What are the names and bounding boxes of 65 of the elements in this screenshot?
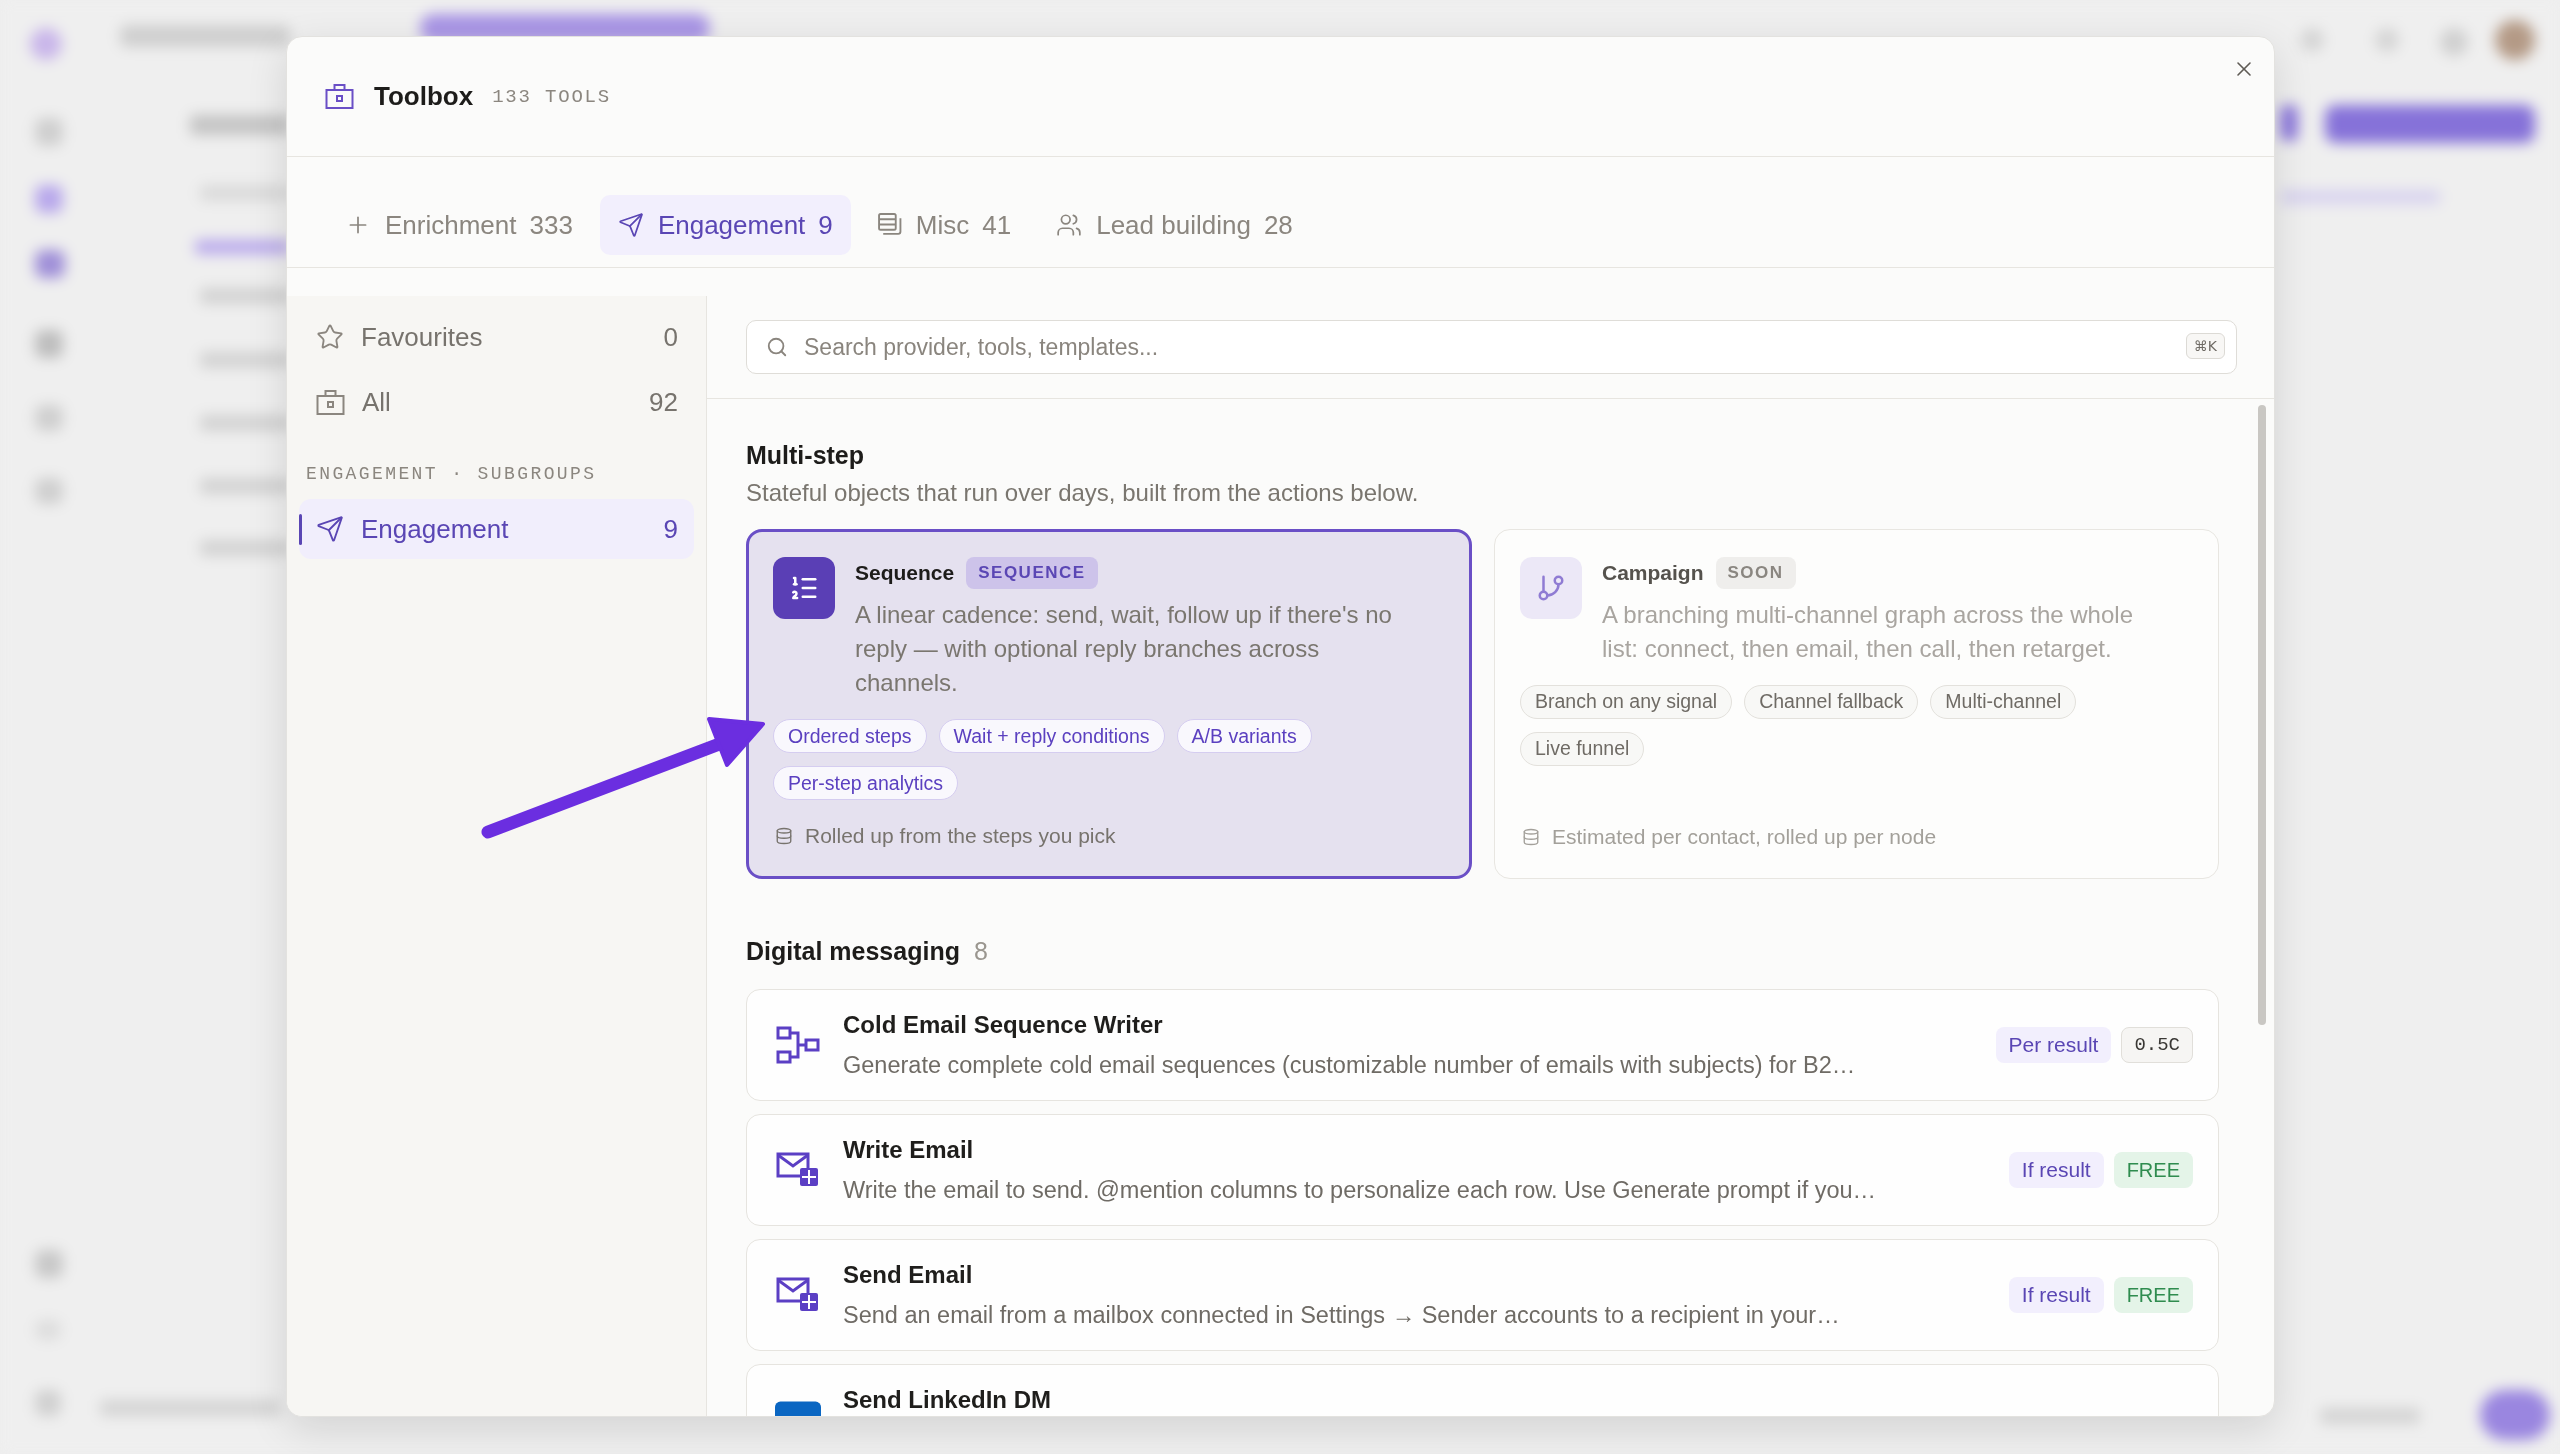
- tool-description: Generate complete cold email sequences (customizable number of emails with subjects) for B2…: [843, 1051, 1857, 1080]
- tool-name: Cold Email Sequence Writer: [843, 1010, 1164, 1040]
- tool-card[interactable]: [746, 529, 1472, 879]
- scrollbar-thumb[interactable]: [2258, 405, 2266, 1025]
- card-title: Campaign: [1602, 560, 1704, 585]
- sidebar-item[interactable]: Engagement 9: [299, 499, 694, 559]
- search-icon: [766, 336, 788, 358]
- send-icon: [617, 212, 644, 238]
- tool-count: 133 TOOLS: [492, 85, 611, 108]
- star-icon: [316, 323, 344, 351]
- feature-chip: Live funnel: [1520, 731, 1645, 766]
- price-badge: FREE: [2113, 1277, 2193, 1313]
- tab-button[interactable]: Misc 41: [859, 195, 1030, 255]
- dialog-title: Toolbox: [374, 81, 474, 112]
- status-badge: SEQUENCE: [966, 557, 1098, 589]
- tool-description: Write the email to send. @mention columns to personalize each row. Use Generate prompt if you…: [843, 1176, 1878, 1205]
- branch-icon: [1520, 556, 1582, 619]
- feature-chip: Channel fallback: [1744, 684, 1919, 719]
- item-count: 8: [973, 936, 988, 966]
- shortcut-hint: ⌘K: [2185, 333, 2225, 359]
- feature-chip: Per-step analytics: [773, 766, 958, 800]
- tab-button[interactable]: Engagement 9: [599, 195, 851, 255]
- tool-row[interactable]: Send Email Send an email from a mailbox connected in Settings → Sender accounts to a recipient in your… If result FREE: [746, 1239, 2219, 1351]
- tool-row[interactable]: Send LinkedIn DM: [746, 1364, 2219, 1416]
- tab-button[interactable]: Enrichment 333: [327, 195, 591, 255]
- sidebar-item[interactable]: All 92: [299, 372, 694, 432]
- tool-name: Send LinkedIn DM: [843, 1385, 1052, 1415]
- tool-row[interactable]: Cold Email Sequence Writer Generate complete cold email sequences (customizable number of emails with subjects) for B2… Per result 0.5C: [746, 989, 2219, 1101]
- card-description: A linear cadence: send, wait, follow up if there's no reply — with optional reply branches across channels.: [855, 600, 1393, 698]
- price-badge: 0.5C: [2121, 1027, 2193, 1063]
- toolbox-icon: [325, 84, 354, 109]
- tool-name: Write Email: [843, 1135, 975, 1165]
- feature-chip: Multi-channel: [1930, 684, 2077, 719]
- stack-icon: [877, 213, 902, 237]
- numbered-list-icon: [773, 557, 835, 619]
- database-icon: [1522, 827, 1540, 846]
- feature-chip: Ordered steps: [773, 719, 927, 753]
- card-footnote: Estimated per contact, rolled up per node: [1552, 824, 1937, 849]
- database-icon: [775, 827, 793, 845]
- feature-chip: A/B variants: [1176, 719, 1312, 753]
- mail-icon: [776, 1152, 820, 1188]
- price-badge: FREE: [2113, 1152, 2193, 1188]
- section-title: Multi-step: [746, 441, 865, 469]
- tool-name: Send Email: [843, 1260, 974, 1290]
- mail-icon: [776, 1277, 820, 1313]
- section-description: Stateful objects that run over days, built from the actions below.: [746, 478, 1420, 508]
- users-icon: [1056, 212, 1083, 238]
- card-title: Sequence: [855, 561, 955, 585]
- feature-chip: Wait + reply conditions: [938, 719, 1165, 753]
- feature-chip: Branch on any signal: [1520, 684, 1733, 719]
- tab-button[interactable]: Lead building 28: [1038, 195, 1311, 255]
- toolbox-icon: [316, 389, 345, 415]
- tool-row[interactable]: Write Email Write the email to send. @mention columns to personalize each row. Use Generate prompt if you… If result FREE: [746, 1114, 2219, 1226]
- billing-badge: If result: [2008, 1152, 2104, 1188]
- status-badge: SOON: [1715, 556, 1796, 589]
- send-icon: [316, 515, 344, 543]
- section-title: Digital messaging: [746, 936, 960, 966]
- billing-badge: Per result: [1995, 1027, 2112, 1063]
- tool-description: Send an email from a mailbox connected in Settings → Sender accounts to a recipient in your…: [843, 1301, 1841, 1330]
- card-description: A branching multi-channel graph across the whole list: connect, then email, then call, then retarget.: [1602, 599, 2134, 664]
- billing-badge: If result: [2008, 1277, 2104, 1313]
- sidebar-item[interactable]: Favourites 0: [299, 307, 694, 367]
- card-footnote: Rolled up from the steps you pick: [805, 824, 1116, 848]
- flowchart-icon: [776, 1026, 820, 1064]
- group-heading: ENGAGEMENT · SUBGROUPS: [305, 463, 598, 485]
